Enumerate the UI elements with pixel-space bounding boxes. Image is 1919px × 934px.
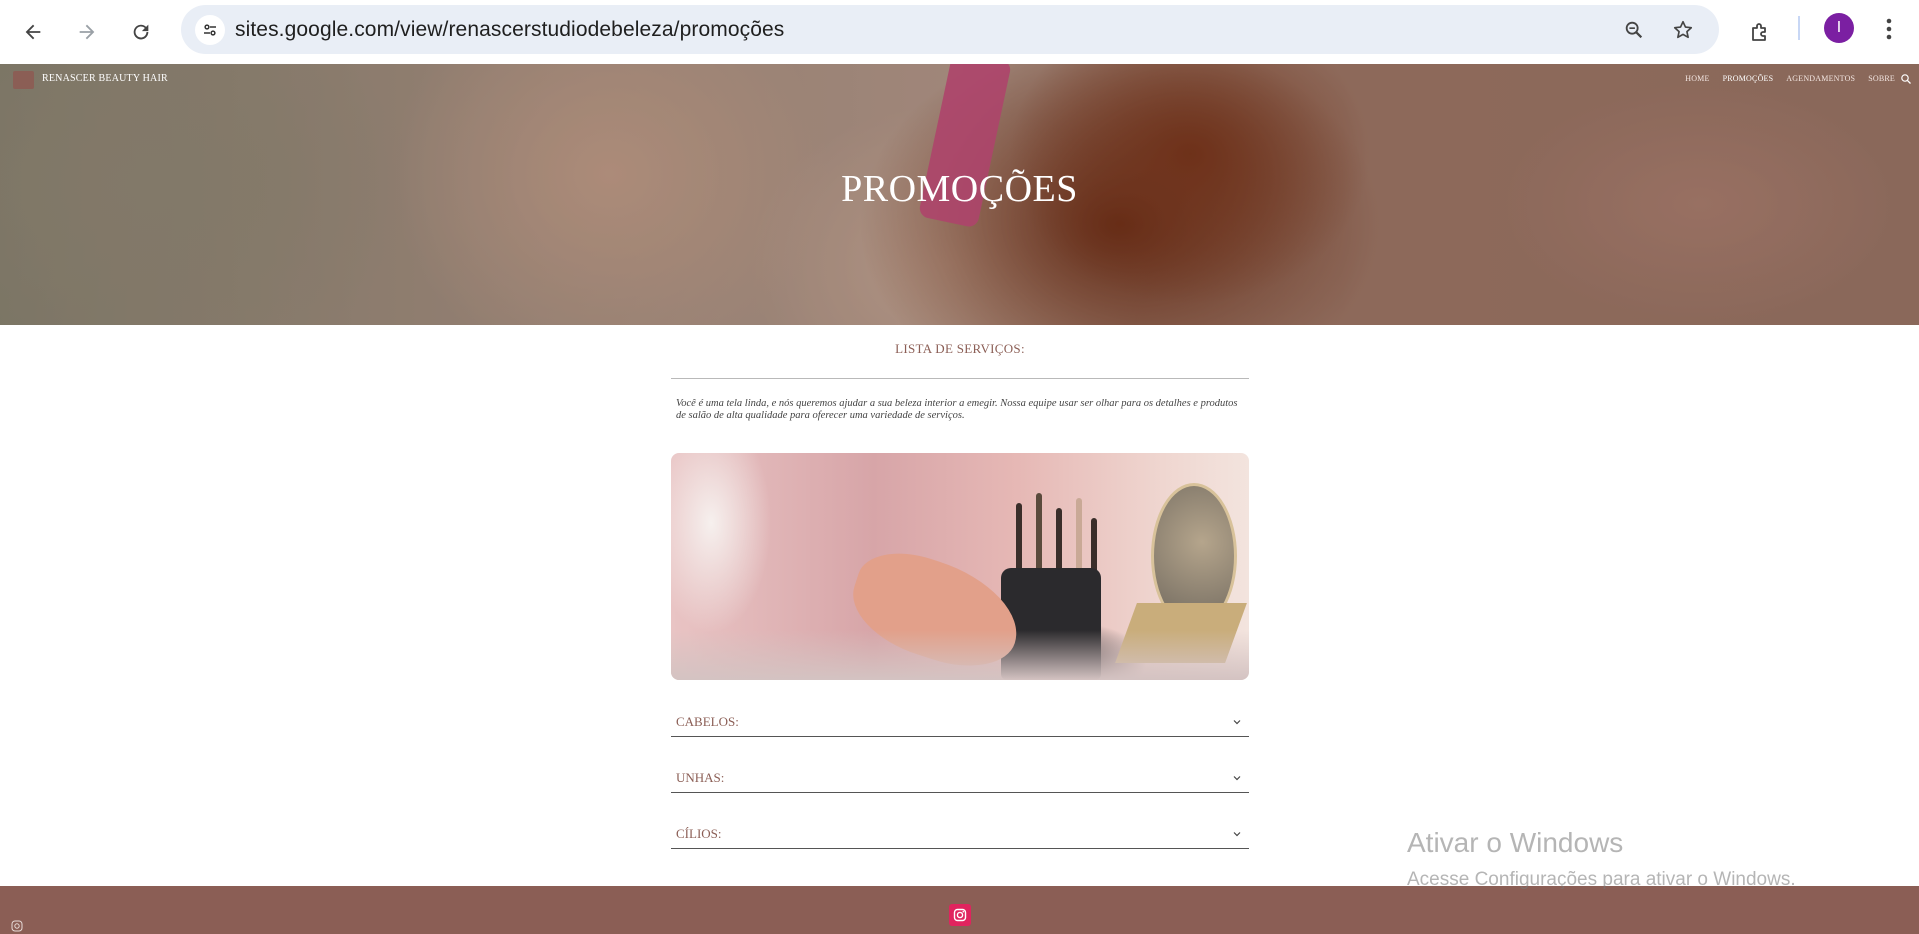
page-title: PROMOÇÕES <box>841 168 1078 210</box>
accordion-label: CÍLIOS: <box>676 826 722 841</box>
instagram-icon <box>953 908 967 922</box>
profile-avatar[interactable]: I <box>1824 13 1854 43</box>
services-heading: LISTA DE SERVIÇOS: <box>895 341 1025 356</box>
browser-menu-button[interactable] <box>1876 14 1902 44</box>
windows-activation-title: Ativar o Windows <box>1407 827 1624 858</box>
site-name[interactable]: RENASCER BEAUTY HAIR <box>42 73 168 84</box>
nav-sobre[interactable]: SOBRE <box>1868 74 1895 83</box>
site-info-button[interactable] <box>195 15 225 45</box>
accordion-label: CABELOS: <box>676 714 739 729</box>
nav-promocoes[interactable]: PROMOÇÕES <box>1723 74 1774 83</box>
accordion-cabelos[interactable]: CABELOS: <box>671 700 1249 737</box>
bookmark-button[interactable] <box>1670 17 1696 43</box>
accordion-cilios[interactable]: CÍLIOS: <box>671 812 1249 849</box>
intro-text: Você é uma tela linda, e nós queremos aj… <box>676 398 1238 421</box>
hero-banner: RENASCER BEAUTY HAIR HOME PROMOÇÕES AGEN… <box>0 64 1919 325</box>
reload-button[interactable] <box>121 12 161 52</box>
chevron-down-icon <box>1233 776 1241 781</box>
report-abuse-icon[interactable] <box>11 920 23 932</box>
instagram-link[interactable] <box>949 904 971 926</box>
back-button[interactable] <box>13 12 53 52</box>
site-navigation: HOME PROMOÇÕES AGENDAMENTOS SOBRE <box>1685 74 1895 83</box>
toolbar-divider <box>1798 16 1800 40</box>
browser-toolbar: sites.google.com/view/renascerstudiodebe… <box>0 0 1919 65</box>
back-icon <box>25 24 41 40</box>
accordion-label: UNHAS: <box>676 770 725 785</box>
forward-button[interactable] <box>67 12 107 52</box>
section-divider <box>671 378 1249 379</box>
accordion-unhas[interactable]: UNHAS: <box>671 756 1249 793</box>
nav-agendamentos[interactable]: AGENDAMENTOS <box>1786 74 1855 83</box>
forward-icon <box>79 24 95 40</box>
nav-home[interactable]: HOME <box>1685 74 1709 83</box>
search-icon[interactable] <box>1900 73 1912 85</box>
site-logo[interactable] <box>13 71 34 89</box>
reload-icon <box>133 24 149 40</box>
url-text[interactable]: sites.google.com/view/renascerstudiodebe… <box>235 18 784 42</box>
extensions-button[interactable] <box>1741 12 1781 52</box>
windows-activation-subtitle: Acesse Configurações para ativar o Windo… <box>1407 869 1796 890</box>
zoom-button[interactable] <box>1621 17 1647 43</box>
makeup-brushes-image <box>671 453 1249 680</box>
more-icon <box>1886 18 1892 40</box>
tune-icon <box>204 24 216 36</box>
chevron-down-icon <box>1233 832 1241 837</box>
extensions-icon <box>1752 23 1766 41</box>
chevron-down-icon <box>1233 720 1241 725</box>
site-footer <box>0 886 1919 934</box>
zoom-icon <box>1625 21 1643 39</box>
star-icon <box>1673 20 1693 39</box>
address-bar[interactable]: sites.google.com/view/renascerstudiodebe… <box>181 5 1719 54</box>
